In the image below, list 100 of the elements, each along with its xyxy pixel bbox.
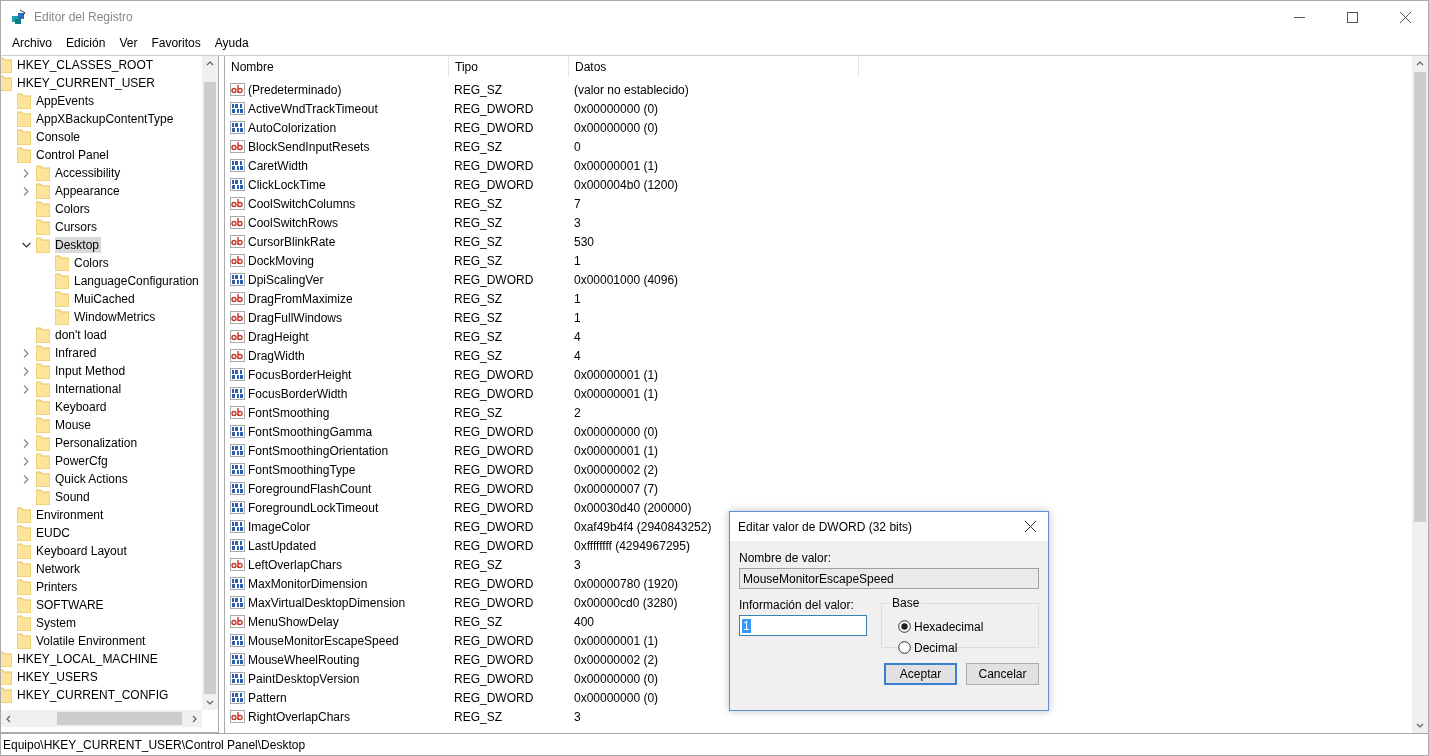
scroll-left-icon[interactable]	[5, 714, 13, 723]
tree-item[interactable]: WindowMetrics	[74, 309, 158, 325]
tree-item[interactable]: Control Panel	[36, 147, 111, 163]
value-name[interactable]: DockMoving	[248, 253, 315, 268]
tree-item[interactable]: System	[36, 615, 78, 631]
column-header[interactable]: Nombre	[225, 56, 449, 77]
scroll-up-icon[interactable]	[206, 60, 214, 68]
tree-item[interactable]: Personalization	[55, 435, 140, 451]
tree-item[interactable]: Volatile Environment	[36, 633, 148, 649]
tree-item[interactable]: SOFTWARE	[36, 597, 106, 613]
tree-item[interactable]: Cursors	[55, 219, 99, 235]
value-name[interactable]: DragWidth	[248, 348, 305, 363]
tree-item[interactable]: LanguageConfiguration	[74, 273, 201, 289]
radio-button[interactable]	[898, 641, 911, 654]
tree-item[interactable]: Sound	[55, 489, 92, 505]
value-name[interactable]: CoolSwitchRows	[248, 215, 339, 230]
value-name[interactable]: ForegroundFlashCount	[248, 481, 372, 496]
value-name[interactable]: FontSmoothingOrientation	[248, 443, 389, 458]
tree-item[interactable]: Infrared	[55, 345, 99, 361]
tree-item[interactable]: International	[55, 381, 124, 397]
value-name[interactable]: ActiveWndTrackTimeout	[248, 101, 378, 116]
chevron-right-icon[interactable]	[23, 456, 29, 466]
tree-item[interactable]: MuiCached	[74, 291, 137, 307]
value-name[interactable]: MaxVirtualDesktopDimension	[248, 595, 406, 610]
tree-item[interactable]: AppEvents	[36, 93, 97, 109]
value-name[interactable]: DragFullWindows	[248, 310, 343, 325]
value-name[interactable]: MouseMonitorEscapeSpeed	[248, 633, 399, 648]
tree-item[interactable]: don't load	[55, 327, 109, 343]
dialog-button[interactable]: Aceptar	[884, 663, 957, 685]
value-name[interactable]: FocusBorderWidth	[248, 386, 348, 401]
radio-label[interactable]: Decimal	[914, 640, 958, 655]
value-name[interactable]: MouseWheelRouting	[248, 652, 360, 667]
column-header[interactable]: Datos	[569, 56, 859, 77]
value-name[interactable]: RightOverlapChars	[248, 709, 351, 724]
tree-item[interactable]: Colors	[55, 201, 92, 217]
value-name[interactable]: CaretWidth	[248, 158, 309, 173]
menu-item[interactable]: Ver	[112, 36, 145, 50]
value-name[interactable]: LastUpdated	[248, 538, 317, 553]
value-name[interactable]: FontSmoothing	[248, 405, 330, 420]
chevron-right-icon[interactable]	[23, 474, 29, 484]
value-name[interactable]: BlockSendInputResets	[248, 139, 370, 154]
scroll-down-icon[interactable]	[206, 698, 214, 706]
tree-item[interactable]: Colors	[74, 255, 111, 271]
chevron-right-icon[interactable]	[23, 366, 29, 376]
tree-item[interactable]: Accessibility	[55, 165, 123, 181]
tree-item[interactable]: Mouse	[55, 417, 94, 433]
tree-item[interactable]: Environment	[36, 507, 106, 523]
value-name[interactable]: Pattern	[248, 690, 287, 705]
value-name[interactable]: DpiScalingVer	[248, 272, 324, 287]
value-name[interactable]: AutoColorization	[248, 120, 337, 135]
tree-item[interactable]: EUDC	[36, 525, 72, 541]
tree-item[interactable]: Network	[36, 561, 82, 577]
chevron-right-icon[interactable]	[23, 348, 29, 358]
value-name[interactable]: ForegroundLockTimeout	[248, 500, 379, 515]
horizontal-scrollbar[interactable]	[1, 710, 202, 727]
tree-item[interactable]: Keyboard	[55, 399, 109, 415]
tree-item[interactable]: AppXBackupContentType	[36, 111, 176, 127]
tree-item[interactable]: HKEY_USERS	[17, 669, 100, 685]
column-header[interactable]: Tipo	[449, 56, 569, 77]
chevron-right-icon[interactable]	[23, 168, 29, 178]
value-name-field[interactable]: MouseMonitorEscapeSpeed	[739, 568, 1039, 589]
tree-item[interactable]: HKEY_LOCAL_MACHINE	[17, 651, 160, 667]
radio-button[interactable]	[898, 620, 911, 633]
scroll-right-icon[interactable]	[190, 714, 198, 723]
chevron-right-icon[interactable]	[23, 384, 29, 394]
tree-item[interactable]: HKEY_CLASSES_ROOT	[17, 57, 156, 73]
value-name[interactable]: CursorBlinkRate	[248, 234, 336, 249]
tree-item[interactable]: Printers	[36, 579, 80, 595]
value-name[interactable]: PaintDesktopVersion	[248, 671, 360, 686]
value-name[interactable]: CoolSwitchColumns	[248, 196, 356, 211]
tree-item[interactable]: Appearance	[55, 183, 122, 199]
value-name[interactable]: FocusBorderHeight	[248, 367, 352, 382]
value-name[interactable]: ClickLockTime	[248, 177, 326, 192]
tree-item[interactable]: Input Method	[55, 363, 128, 379]
tree-item[interactable]: PowerCfg	[55, 453, 110, 469]
dialog-button[interactable]: Cancelar	[966, 663, 1039, 685]
value-name[interactable]: LeftOverlapChars	[248, 557, 343, 572]
chevron-right-icon[interactable]	[23, 186, 29, 196]
value-name[interactable]: FontSmoothingType	[248, 462, 356, 477]
tree-item[interactable]: HKEY_CURRENT_USER	[17, 75, 158, 91]
value-name[interactable]: (Predeterminado)	[248, 82, 342, 97]
tree-item[interactable]: Quick Actions	[55, 471, 130, 487]
radio-label[interactable]: Hexadecimal	[914, 619, 984, 634]
chevron-right-icon[interactable]	[23, 438, 29, 448]
scroll-up-icon[interactable]	[1416, 60, 1424, 68]
value-name[interactable]: MenuShowDelay	[248, 614, 339, 629]
tree-item[interactable]: Desktop	[55, 237, 102, 253]
value-name[interactable]: DragHeight	[248, 329, 309, 344]
value-name[interactable]: MaxMonitorDimension	[248, 576, 368, 591]
tree-item[interactable]: Console	[36, 129, 83, 145]
scroll-down-icon[interactable]	[1416, 721, 1424, 729]
value-name[interactable]: FontSmoothingGamma	[248, 424, 373, 439]
menu-item[interactable]: Ayuda	[207, 36, 256, 50]
tree-item[interactable]: HKEY_CURRENT_CONFIG	[17, 687, 171, 703]
value-name[interactable]: ImageColor	[248, 519, 311, 534]
tree-item[interactable]: Keyboard Layout	[36, 543, 129, 559]
menu-item[interactable]: Favoritos	[144, 36, 208, 50]
chevron-down-icon[interactable]	[21, 242, 31, 248]
value-name[interactable]: DragFromMaximize	[248, 291, 353, 306]
menu-item[interactable]: Archivo	[5, 36, 59, 50]
